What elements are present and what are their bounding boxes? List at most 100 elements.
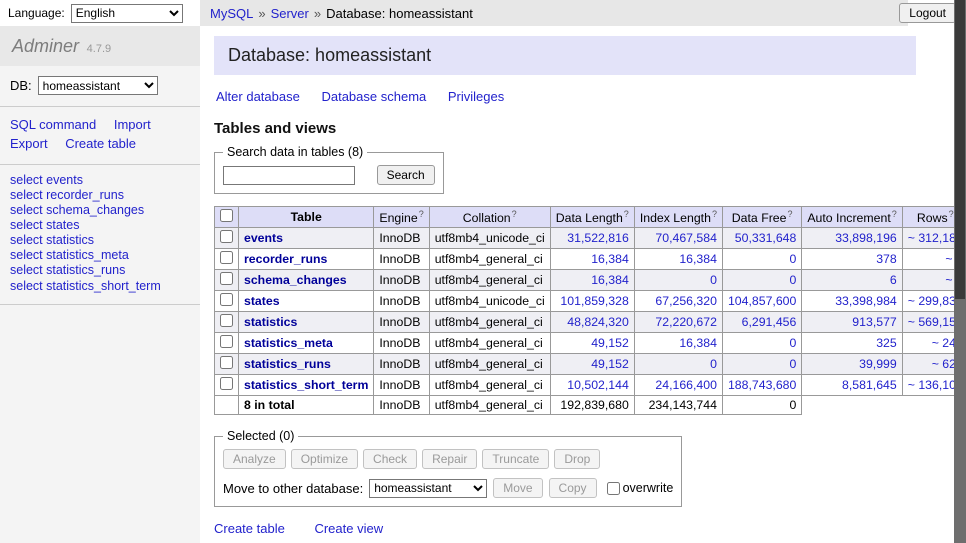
truncate-button[interactable]: Truncate xyxy=(482,449,549,469)
data-free-link[interactable]: 0 xyxy=(790,252,797,266)
auto-increment-link[interactable]: 378 xyxy=(876,252,897,266)
drop-button[interactable]: Drop xyxy=(554,449,600,469)
col-header-auto-increment[interactable]: Auto Increment? xyxy=(802,207,902,228)
data-free-link[interactable]: 50,331,648 xyxy=(735,231,797,245)
data-length-link[interactable]: 101,859,328 xyxy=(560,294,628,308)
sidebar-table-link[interactable]: select states xyxy=(10,218,190,233)
data-length-link[interactable]: 16,384 xyxy=(591,273,629,287)
auto-increment-link[interactable]: 33,898,196 xyxy=(835,231,897,245)
row-select-checkbox[interactable] xyxy=(220,356,233,369)
col-header-data-length[interactable]: Data Length? xyxy=(550,207,634,228)
move-db-select[interactable]: homeassistant xyxy=(369,479,487,498)
engine-cell: InnoDB xyxy=(374,270,429,291)
create-view-link[interactable]: Create view xyxy=(314,521,383,536)
index-length-link[interactable]: 16,384 xyxy=(679,336,717,350)
search-button[interactable]: Search xyxy=(377,165,435,185)
collation-cell: utf8mb4_general_ci xyxy=(429,375,550,396)
row-select-checkbox[interactable] xyxy=(220,272,233,285)
auto-increment-link[interactable]: 6 xyxy=(890,273,897,287)
database-schema-link[interactable]: Database schema xyxy=(321,89,426,104)
data-length-link[interactable]: 31,522,816 xyxy=(567,231,629,245)
sidebar-table-link[interactable]: select statistics_meta xyxy=(10,248,190,263)
sidebar-table-link[interactable]: select events xyxy=(10,173,190,188)
select-all-checkbox[interactable] xyxy=(220,209,233,222)
table-name-link[interactable]: states xyxy=(244,294,280,308)
col-header-data-free[interactable]: Data Free? xyxy=(722,207,801,228)
row-select-checkbox[interactable] xyxy=(220,377,233,390)
col-header-engine[interactable]: Engine? xyxy=(374,207,429,228)
row-select-checkbox[interactable] xyxy=(220,251,233,264)
sidebar-table-link[interactable]: select statistics_short_term xyxy=(10,279,190,294)
data-length-link[interactable]: 48,824,320 xyxy=(567,315,629,329)
alter-database-link[interactable]: Alter database xyxy=(216,89,300,104)
table-name-link[interactable]: statistics_runs xyxy=(244,357,331,371)
data-length-link[interactable]: 10,502,144 xyxy=(567,378,629,392)
data-length-link[interactable]: 49,152 xyxy=(591,336,629,350)
auto-increment-link[interactable]: 325 xyxy=(876,336,897,350)
table-name-link[interactable]: events xyxy=(244,231,283,245)
breadcrumb-mysql-link[interactable]: MySQL xyxy=(210,6,253,21)
row-select-checkbox[interactable] xyxy=(220,335,233,348)
import-link[interactable]: Import xyxy=(114,117,151,132)
sql-command-link[interactable]: SQL command xyxy=(10,117,96,132)
overwrite-checkbox[interactable] xyxy=(607,482,620,495)
create-table-link-main[interactable]: Create table xyxy=(214,521,285,536)
sidebar-table-link[interactable]: select statistics_runs xyxy=(10,263,190,278)
table-name-cell: statistics xyxy=(239,312,374,333)
vertical-scrollbar[interactable] xyxy=(954,0,966,543)
data-free-link[interactable]: 6,291,456 xyxy=(742,315,797,329)
copy-button[interactable]: Copy xyxy=(549,478,597,498)
data-free-link[interactable]: 0 xyxy=(790,336,797,350)
index-length-link[interactable]: 24,166,400 xyxy=(655,378,717,392)
auto-increment-link[interactable]: 913,577 xyxy=(852,315,896,329)
index-length-link[interactable]: 70,467,584 xyxy=(655,231,717,245)
db-select[interactable]: homeassistant xyxy=(38,76,158,95)
index-length-link[interactable]: 72,220,672 xyxy=(655,315,717,329)
data-free-link[interactable]: 0 xyxy=(790,357,797,371)
logout-button[interactable]: Logout xyxy=(899,3,956,23)
auto-increment-link[interactable]: 8,581,645 xyxy=(842,378,897,392)
collation-cell: utf8mb4_unicode_ci xyxy=(429,228,550,249)
auto-increment-link[interactable]: 39,999 xyxy=(859,357,897,371)
auto-increment-link[interactable]: 33,398,984 xyxy=(835,294,897,308)
table-name-link[interactable]: statistics_short_term xyxy=(244,378,368,392)
optimize-button[interactable]: Optimize xyxy=(291,449,358,469)
scrollbar-thumb[interactable] xyxy=(955,0,965,299)
table-name-link[interactable]: recorder_runs xyxy=(244,252,327,266)
privileges-link[interactable]: Privileges xyxy=(448,89,504,104)
sidebar-table-link[interactable]: select schema_changes xyxy=(10,203,190,218)
collation-cell: utf8mb4_general_ci xyxy=(429,249,550,270)
data-length-link[interactable]: 16,384 xyxy=(591,252,629,266)
index-length-link[interactable]: 0 xyxy=(710,357,717,371)
sidebar-table-link[interactable]: select recorder_runs xyxy=(10,188,190,203)
move-button[interactable]: Move xyxy=(493,478,542,498)
col-header-collation[interactable]: Collation? xyxy=(429,207,550,228)
data-length-cell: 101,859,328 xyxy=(550,291,634,312)
index-length-link[interactable]: 0 xyxy=(710,273,717,287)
export-link[interactable]: Export xyxy=(10,136,48,151)
repair-button[interactable]: Repair xyxy=(422,449,477,469)
table-name-link[interactable]: statistics xyxy=(244,315,297,329)
data-free-cell: 0 xyxy=(722,270,801,291)
col-header-index-length[interactable]: Index Length? xyxy=(634,207,722,228)
row-select-checkbox[interactable] xyxy=(220,230,233,243)
index-length-link[interactable]: 16,384 xyxy=(679,252,717,266)
language-select[interactable]: English xyxy=(71,4,183,23)
table-row: statesInnoDButf8mb4_unicode_ci101,859,32… xyxy=(215,291,966,312)
search-input[interactable] xyxy=(223,166,355,185)
data-free-link[interactable]: 0 xyxy=(790,273,797,287)
table-name-link[interactable]: statistics_meta xyxy=(244,336,333,350)
language-area: Language: English xyxy=(0,0,200,26)
data-free-link[interactable]: 188,743,680 xyxy=(728,378,796,392)
breadcrumb-server-link[interactable]: Server xyxy=(271,6,309,21)
create-table-link[interactable]: Create table xyxy=(65,136,136,151)
sidebar-table-link[interactable]: select statistics xyxy=(10,233,190,248)
analyze-button[interactable]: Analyze xyxy=(223,449,286,469)
row-select-checkbox[interactable] xyxy=(220,293,233,306)
check-button[interactable]: Check xyxy=(363,449,417,469)
table-name-link[interactable]: schema_changes xyxy=(244,273,347,287)
data-length-link[interactable]: 49,152 xyxy=(591,357,629,371)
row-select-checkbox[interactable] xyxy=(220,314,233,327)
data-free-link[interactable]: 104,857,600 xyxy=(728,294,796,308)
index-length-link[interactable]: 67,256,320 xyxy=(655,294,717,308)
